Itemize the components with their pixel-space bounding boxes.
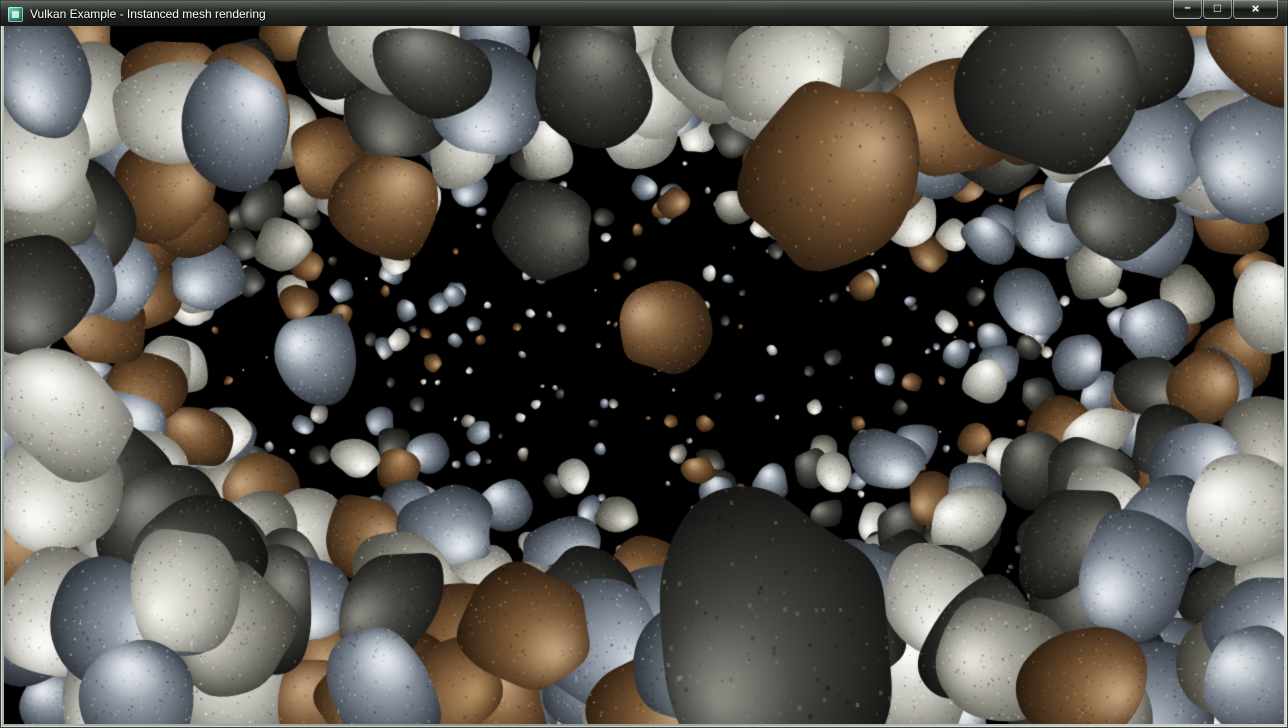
app-icon[interactable] [8, 7, 23, 22]
client-area [4, 26, 1284, 724]
maximize-button[interactable]: □ [1203, 0, 1232, 19]
minimize-icon: – [1184, 3, 1190, 14]
render-viewport[interactable] [4, 26, 1284, 724]
maximize-icon: □ [1214, 2, 1221, 14]
title-bar[interactable]: Vulkan Example - Instanced mesh renderin… [0, 0, 1288, 26]
close-button[interactable]: × [1233, 0, 1278, 19]
minimize-button[interactable]: – [1173, 0, 1202, 19]
close-icon: × [1252, 2, 1260, 15]
app-icon-inner [12, 11, 19, 18]
app-window: Vulkan Example - Instanced mesh renderin… [0, 0, 1288, 728]
window-title: Vulkan Example - Instanced mesh renderin… [30, 3, 266, 25]
caption-buttons: – □ × [1173, 0, 1278, 19]
